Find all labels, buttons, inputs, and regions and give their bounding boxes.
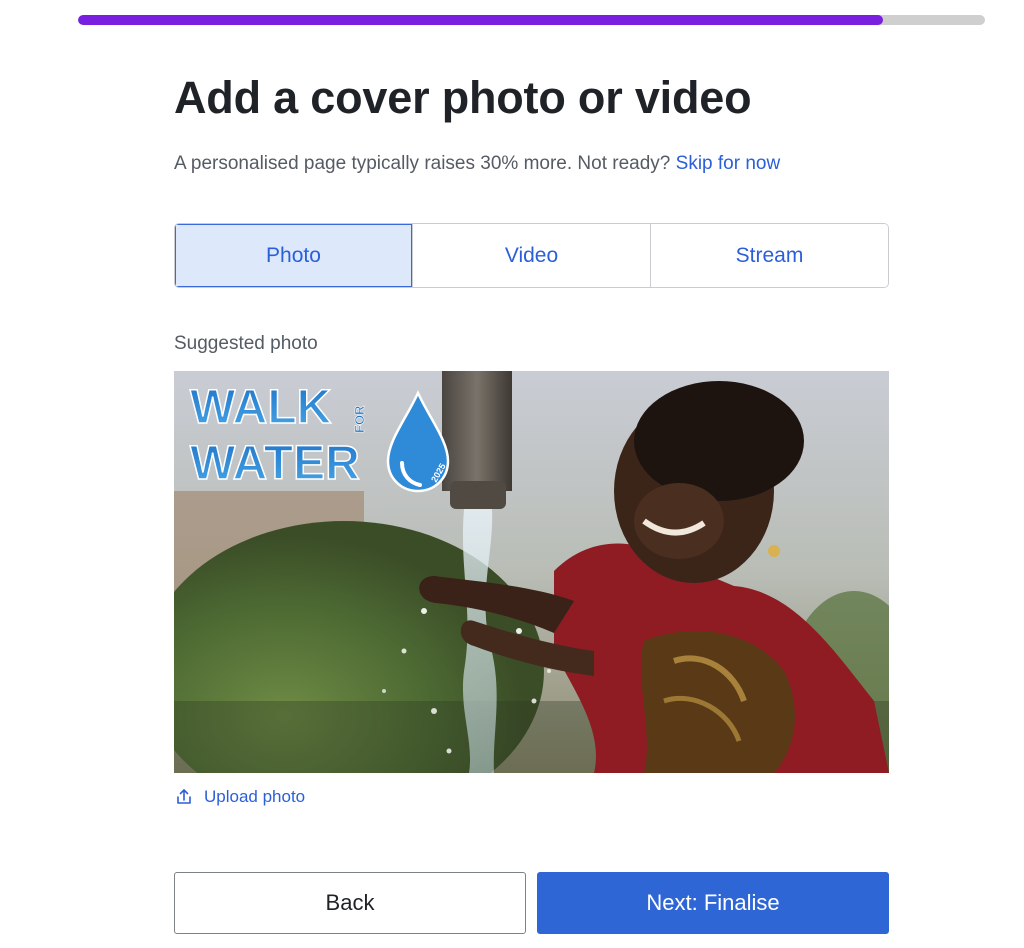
tab-photo[interactable]: Photo [175, 224, 413, 287]
tab-video[interactable]: Video [413, 224, 651, 287]
suggested-photo-label: Suggested photo [174, 333, 318, 354]
logo-walk: WALK [190, 381, 332, 434]
page-subtitle: A personalised page typically raises 30%… [174, 153, 780, 175]
tab-stream[interactable]: Stream [651, 224, 888, 287]
progress-bar-fill [78, 15, 883, 25]
back-button[interactable]: Back [174, 872, 526, 934]
progress-bar [78, 15, 985, 25]
upload-photo-link[interactable]: Upload photo [174, 787, 305, 807]
media-type-tabs: Photo Video Stream [174, 223, 889, 288]
next-finalise-button[interactable]: Next: Finalise [537, 872, 889, 934]
subtitle-text: A personalised page typically raises 30%… [174, 153, 676, 174]
logo-water: WATER [190, 437, 360, 490]
logo-for: FOR [352, 405, 367, 433]
upload-icon [177, 789, 191, 804]
skip-for-now-link[interactable]: Skip for now [676, 153, 781, 174]
upload-photo-label: Upload photo [204, 787, 306, 806]
page-title: Add a cover photo or video [174, 72, 752, 123]
suggested-photo[interactable]: WALK WATER FOR 2025 [174, 371, 889, 773]
cover-photo-image: WALK WATER FOR 2025 [174, 371, 889, 773]
